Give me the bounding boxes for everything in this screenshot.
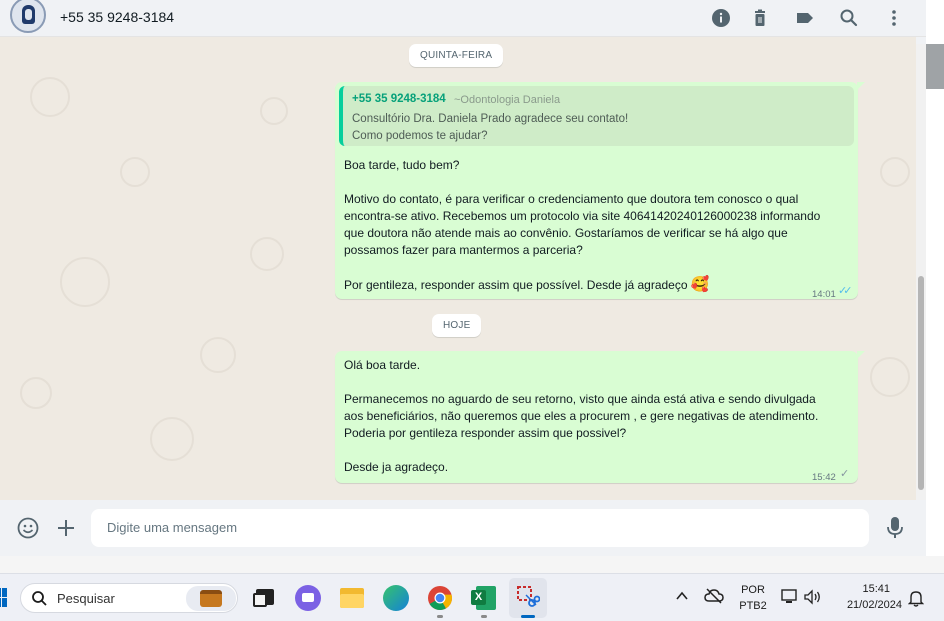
task-view-icon[interactable]	[251, 585, 277, 611]
message-text-line: aos beneficiários, não queremos que eles…	[344, 409, 819, 423]
snipping-tool-active[interactable]	[509, 578, 547, 618]
quote-sender: +55 35 9248-3184	[352, 93, 446, 105]
quote-pushname: ~Odontologia Daniela	[454, 94, 561, 106]
message-text-line: Por gentileza, responder assim que possí…	[344, 276, 710, 293]
quote-text-line: Consultório Dra. Daniela Prado agradece …	[352, 113, 629, 125]
search-highlight-icon	[186, 586, 236, 611]
contact-avatar[interactable]	[10, 0, 46, 33]
volume-icon[interactable]	[804, 589, 822, 610]
windows-start-icon[interactable]	[0, 588, 8, 608]
file-explorer-icon[interactable]	[339, 585, 365, 611]
message-time: 14:01	[812, 289, 836, 300]
taskbar-search[interactable]: Pesquisar	[20, 583, 238, 613]
search-icon	[31, 590, 48, 612]
sent-tick-icon: ✓	[840, 468, 849, 480]
info-icon[interactable]	[711, 8, 731, 28]
message-text-line: Poderia por gentileza responder assim qu…	[344, 426, 627, 440]
contact-name[interactable]: +55 35 9248-3184	[60, 9, 174, 25]
attach-plus-icon[interactable]	[56, 518, 76, 543]
outgoing-message-1[interactable]: +55 35 9248-3184 ~Odontologia Daniela Co…	[335, 82, 865, 300]
message-text-line: possamos fazer para mantermos a parceria…	[344, 243, 583, 257]
message-text-line: encontra-se ativo. Recebemos um protocol…	[344, 209, 821, 223]
message-text-line: que doutora não atende mais ao convênio.…	[344, 226, 788, 240]
message-composer: Digite uma mensagem	[0, 500, 926, 556]
taskbar-search-placeholder: Pesquisar	[57, 591, 115, 606]
menu-icon[interactable]	[884, 8, 904, 28]
message-text-line: Olá boa tarde.	[344, 358, 421, 372]
trash-icon[interactable]	[750, 8, 770, 28]
date-separator-thursday: QUINTA-FEIRA	[409, 44, 504, 67]
chat-header: +55 35 9248-3184	[0, 0, 926, 37]
language-indicator-bottom[interactable]: PTB2	[735, 600, 771, 612]
microphone-icon[interactable]	[885, 516, 905, 545]
language-indicator-top[interactable]: POR	[735, 584, 771, 596]
message-time: 15:42	[812, 472, 836, 483]
window-scrollbar-thumb[interactable]	[926, 44, 944, 89]
message-input[interactable]: Digite uma mensagem	[91, 509, 869, 547]
network-icon[interactable]	[781, 589, 799, 610]
read-ticks-icon: ✓✓	[838, 285, 853, 297]
message-text-line: Desde ja agradeço.	[344, 460, 449, 474]
message-text-line: Motivo do contato, é para verificar o cr…	[344, 192, 799, 206]
cloud-offline-icon[interactable]	[704, 587, 724, 610]
edge-browser-icon[interactable]	[383, 585, 409, 611]
windows-taskbar: Pesquisar X POR PTB2 15:41 21/02/2024	[0, 573, 944, 621]
search-icon[interactable]	[839, 8, 859, 28]
smiling-hearts-emoji: 🥰	[690, 276, 710, 293]
chat-scrollbar-thumb[interactable]	[918, 276, 924, 490]
date-separator-today: HOJE	[432, 314, 482, 337]
teams-chat-icon[interactable]	[295, 585, 321, 611]
window-scrollbar[interactable]	[926, 0, 944, 621]
outgoing-message-2[interactable]: Olá boa tarde. Permanecemos no aguardo d…	[335, 351, 865, 483]
excel-icon[interactable]: X	[471, 585, 497, 618]
quoted-message[interactable]: +55 35 9248-3184 ~Odontologia Daniela Co…	[339, 86, 854, 146]
message-text-line: Permanecemos no aguardo de seu retorno, …	[344, 392, 816, 406]
emoji-icon[interactable]	[17, 517, 39, 544]
clock-date[interactable]: 21/02/2024	[834, 599, 902, 611]
clock-time[interactable]: 15:41	[834, 583, 890, 595]
message-text-line: Boa tarde, tudo bem?	[344, 158, 460, 172]
quote-text-line: Como podemos te ajudar?	[352, 130, 488, 142]
chevron-up-icon[interactable]	[675, 589, 689, 608]
chrome-browser-icon[interactable]	[427, 585, 453, 618]
notification-bell-icon[interactable]	[907, 589, 925, 612]
label-icon[interactable]	[795, 8, 815, 28]
message-input-placeholder: Digite uma mensagem	[107, 520, 238, 535]
